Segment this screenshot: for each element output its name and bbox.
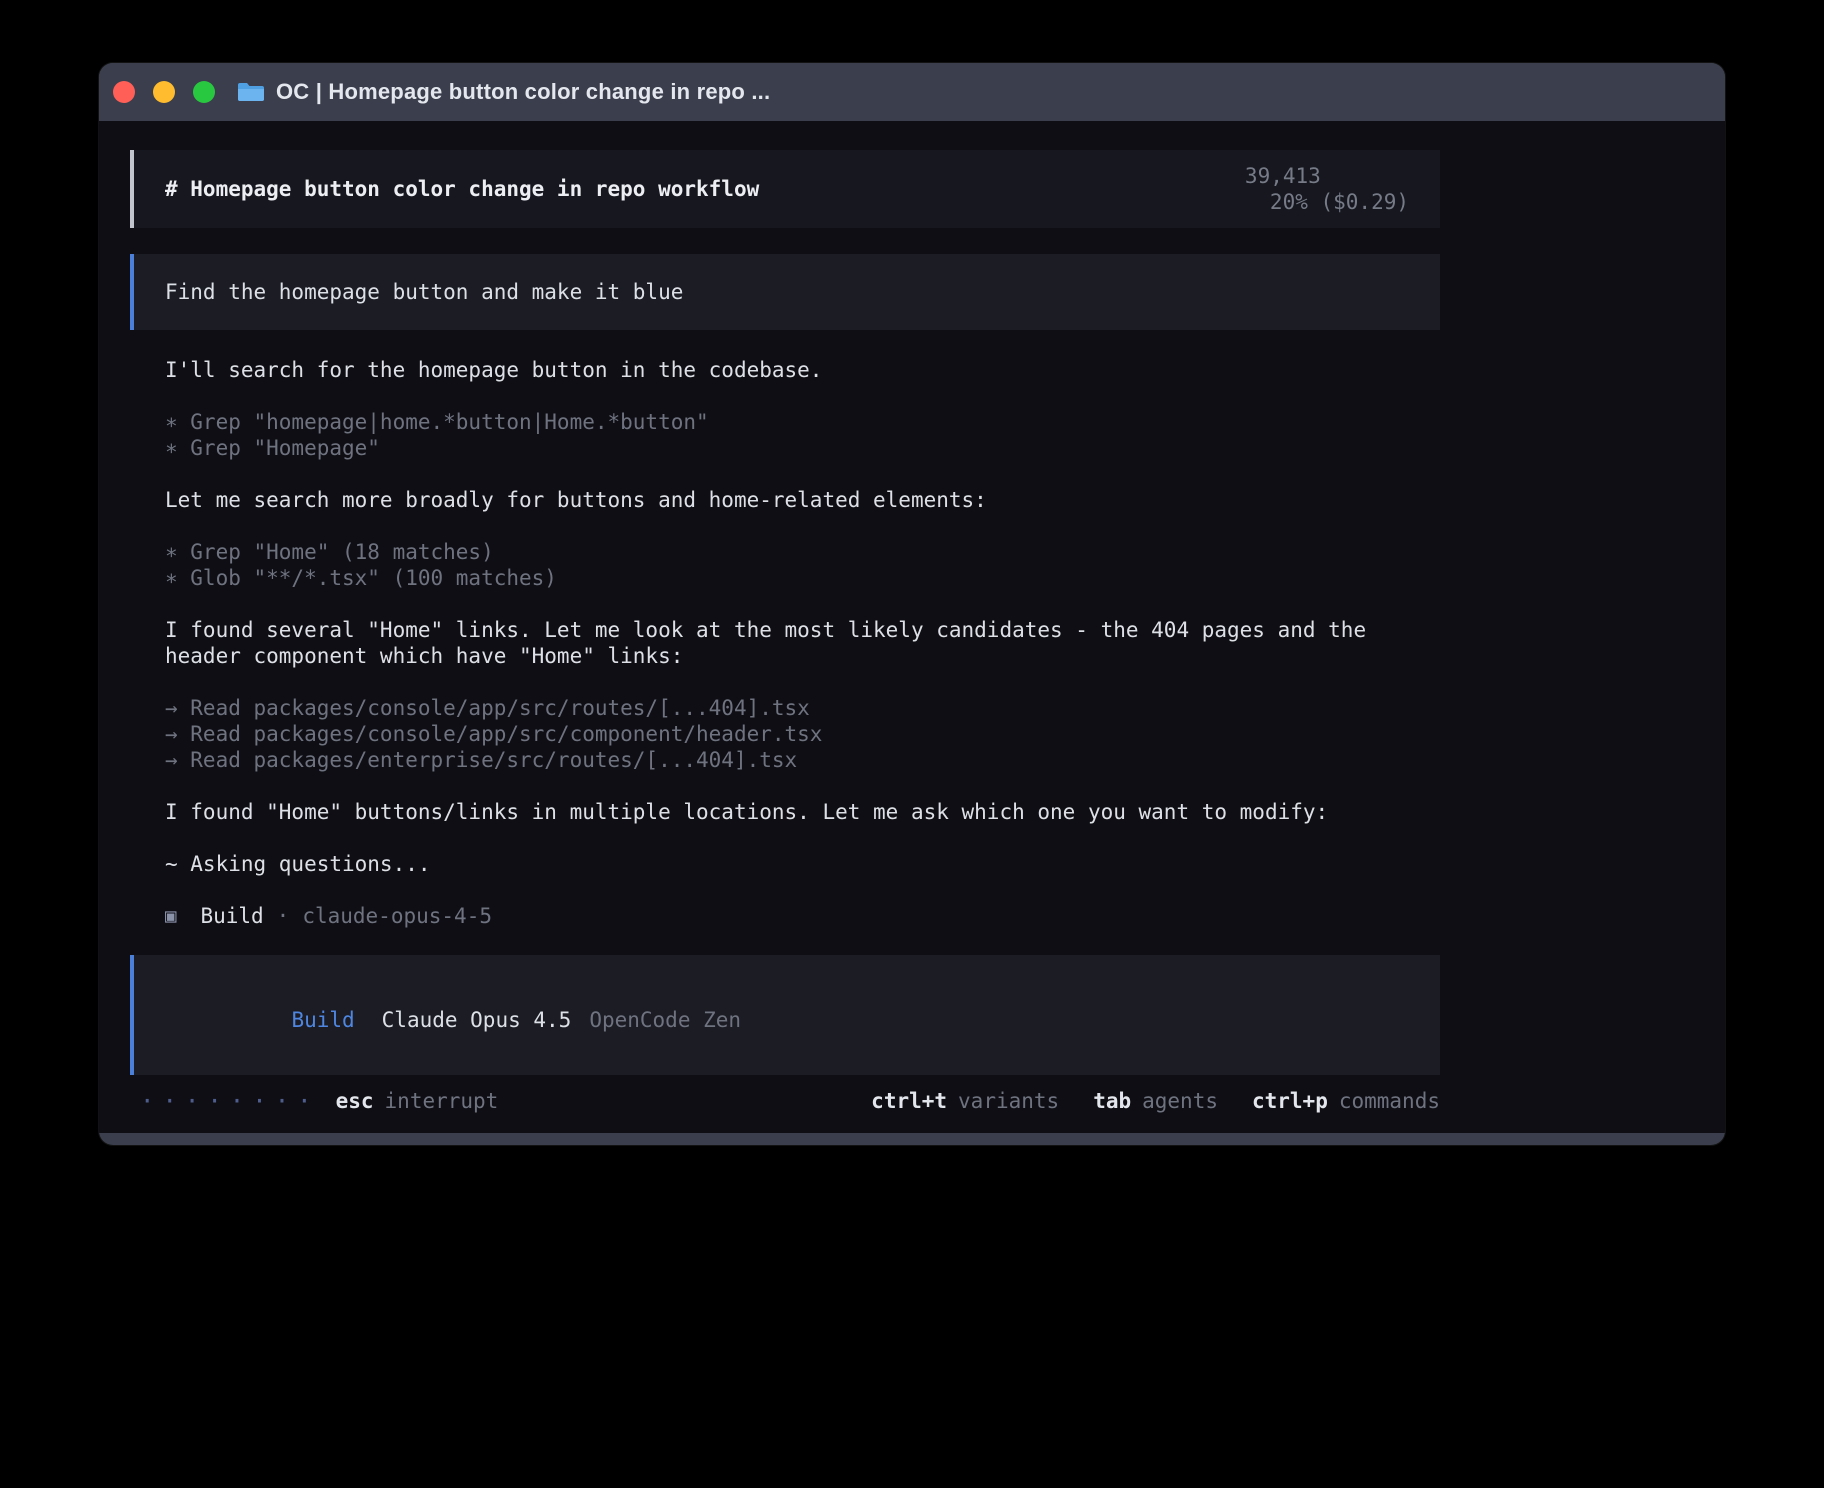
esc-key: esc	[336, 1089, 374, 1113]
hint-agents: tabagents	[1093, 1088, 1218, 1114]
model-label: Claude Opus 4.5	[382, 1008, 572, 1032]
user-message: Find the homepage button and make it blu…	[130, 254, 1440, 330]
tool-call-read: → Read packages/enterprise/src/routes/[.…	[165, 747, 1440, 773]
agent-separator: ·	[277, 903, 290, 929]
user-message-text: Find the homepage button and make it blu…	[165, 279, 683, 305]
input-mode-line: Build Claude Opus 4.5 OpenCode Zen	[165, 981, 1409, 1059]
assistant-text: I found several "Home" links. Let me loo…	[165, 617, 1440, 643]
folder-icon	[237, 81, 265, 103]
token-count: 39,413	[1245, 164, 1321, 188]
assistant-output: I'll search for the homepage button in t…	[130, 357, 1440, 929]
agent-status-line: ▣ Build · claude-opus-4-5	[165, 903, 1440, 929]
context-cost: 20% ($0.29)	[1270, 190, 1409, 214]
agent-icon: ▣	[165, 903, 176, 929]
session-title: # Homepage button color change in repo w…	[165, 176, 759, 202]
window-controls	[113, 81, 215, 103]
minimize-button[interactable]	[153, 81, 175, 103]
tool-call-glob: ∗ Glob "**/*.tsx" (100 matches)	[165, 565, 1440, 591]
terminal-content: # Homepage button color change in repo w…	[99, 121, 1725, 1133]
tool-call-grep: ∗ Grep "Homepage"	[165, 435, 1440, 461]
window-title: OC | Homepage button color change in rep…	[276, 79, 770, 105]
status-bar: ········ esc interrupt ctrl+tvariants tab…	[130, 1088, 1440, 1114]
assistant-text: Let me search more broadly for buttons a…	[165, 487, 1440, 513]
tool-call-grep: ∗ Grep "homepage|home.*button|Home.*butt…	[165, 409, 1440, 435]
close-button[interactable]	[113, 81, 135, 103]
tool-call-read: → Read packages/console/app/src/routes/[…	[165, 695, 1440, 721]
tool-call-read: → Read packages/console/app/src/componen…	[165, 721, 1440, 747]
prompt-input[interactable]: Build Claude Opus 4.5 OpenCode Zen	[130, 955, 1440, 1075]
assistant-text: I'll search for the homepage button in t…	[165, 357, 1440, 383]
agent-name: Build	[200, 903, 263, 929]
maximize-button[interactable]	[193, 81, 215, 103]
hint-variants: ctrl+tvariants	[871, 1088, 1059, 1114]
terminal-window: OC | Homepage button color change in rep…	[99, 63, 1725, 1145]
assistant-text: header component which have "Home" links…	[165, 643, 1440, 669]
assistant-status: ~ Asking questions...	[165, 851, 1440, 877]
tool-call-grep: ∗ Grep "Home" (18 matches)	[165, 539, 1440, 565]
agent-model: claude-opus-4-5	[302, 903, 492, 929]
assistant-text: I found "Home" buttons/links in multiple…	[165, 799, 1440, 825]
esc-label: interrupt	[385, 1089, 499, 1113]
spinner-dots: ········	[140, 1088, 320, 1114]
keyboard-hints: ctrl+tvariants tabagents ctrl+pcommands	[837, 1088, 1440, 1114]
session-header: # Homepage button color change in repo w…	[130, 150, 1440, 228]
hint-commands: ctrl+pcommands	[1252, 1088, 1440, 1114]
titlebar: OC | Homepage button color change in rep…	[99, 63, 1725, 121]
mode-label: Build	[291, 1008, 354, 1032]
session-stats: 39,413 20% ($0.29)	[1118, 137, 1409, 241]
provider-label: OpenCode Zen	[589, 1008, 741, 1032]
esc-hint: esc interrupt	[336, 1088, 499, 1114]
